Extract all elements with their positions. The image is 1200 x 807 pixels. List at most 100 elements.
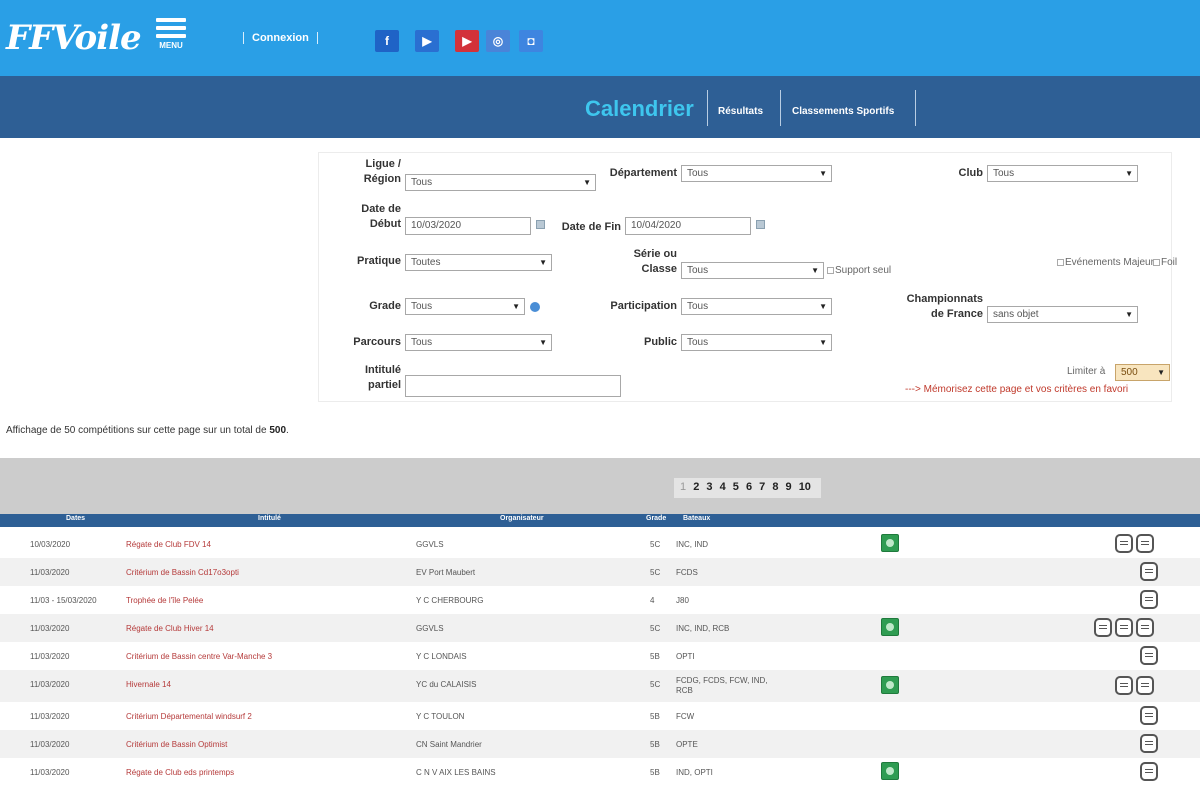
row-title-link[interactable]: Trophée de l'île Pelée [126, 596, 203, 605]
row-title-link[interactable]: Régate de Club Hiver 14 [126, 624, 214, 633]
row-title-link[interactable]: Critérium Départemental windsurf 2 [126, 712, 252, 721]
row-title-link[interactable]: Régate de Club FDV 14 [126, 540, 211, 549]
results-summary-text: Affichage de 50 compétitions sur cette p… [6, 425, 267, 436]
foil-checkbox[interactable]: Foil [1153, 257, 1177, 268]
page-link[interactable]: 8 [772, 481, 778, 493]
row-boats: INC, IND [676, 540, 708, 549]
youtube-icon[interactable]: ▶ [455, 30, 479, 52]
document-icon[interactable] [1140, 734, 1158, 753]
date-fin-input[interactable]: 10/04/2020 [625, 217, 751, 235]
info-icon[interactable] [530, 302, 540, 312]
document-icon[interactable] [1140, 706, 1158, 725]
row-boats: IND, OPTI [676, 768, 713, 777]
document-icon[interactable] [1115, 534, 1133, 553]
serie-label: Série ou Classe [601, 247, 677, 277]
connexion-link[interactable]: Connexion [243, 32, 318, 44]
club-select[interactable]: Tous ▼ [987, 165, 1138, 182]
results-available-icon[interactable] [881, 534, 899, 552]
page-link[interactable]: 9 [786, 481, 792, 493]
grade-select[interactable]: Tous ▼ [405, 298, 525, 315]
chevron-down-icon: ▼ [539, 258, 547, 267]
results-available-icon[interactable] [881, 618, 899, 636]
limiter-select[interactable]: 500 ▼ [1115, 364, 1170, 381]
support-seul-checkbox[interactable]: Support seul [827, 265, 891, 276]
participation-select[interactable]: Tous ▼ [681, 298, 832, 315]
col-grade[interactable]: Grade [646, 515, 666, 522]
tab-calendrier[interactable]: Calendrier [585, 96, 694, 122]
nav-bar: Calendrier Résultats Classements Sportif… [0, 76, 1200, 138]
evenements-majeurs-checkbox[interactable]: Evénements Majeurs [1057, 257, 1159, 268]
row-organizer: C N V AIX LES BAINS [416, 768, 496, 777]
row-title-link[interactable]: Critérium de Bassin centre Var-Manche 3 [126, 652, 272, 661]
intitule-input[interactable] [405, 375, 621, 397]
row-organizer: GGVLS [416, 624, 444, 633]
championnats-select[interactable]: sans objet ▼ [987, 306, 1138, 323]
pratique-select[interactable]: Toutes ▼ [405, 254, 552, 271]
instagram-icon[interactable]: ◎ [486, 30, 510, 52]
table-row: 11/03/2020 Régate de Club eds printemps … [0, 758, 1200, 786]
row-title-link[interactable]: Critérium de Bassin Optimist [126, 740, 227, 749]
tab-classements-sportifs[interactable]: Classements Sportifs [792, 106, 894, 117]
row-title-link[interactable]: Régate de Club eds printemps [126, 768, 234, 777]
chevron-down-icon: ▼ [512, 302, 520, 311]
document-icon[interactable] [1136, 534, 1154, 553]
page-link[interactable]: 6 [746, 481, 752, 493]
document-icon[interactable] [1140, 562, 1158, 581]
page-link[interactable]: 2 [693, 481, 699, 493]
col-dates[interactable]: Dates [66, 515, 85, 522]
page-link[interactable]: 10 [799, 481, 811, 493]
table-row: 10/03/2020 Régate de Club FDV 14 GGVLS 5… [0, 530, 1200, 558]
document-icon[interactable] [1140, 762, 1158, 781]
col-intitule[interactable]: Intitulé [258, 515, 281, 522]
parcours-select-value: Tous [411, 337, 433, 348]
page-link[interactable]: 4 [720, 481, 726, 493]
dailymotion-icon[interactable]: ◘ [519, 30, 543, 52]
page-link[interactable]: 5 [733, 481, 739, 493]
document-icon[interactable] [1094, 618, 1112, 637]
championnats-label-line1: Championnats [906, 293, 983, 305]
results-available-icon[interactable] [881, 676, 899, 694]
departement-select-value: Tous [687, 168, 709, 179]
document-icon[interactable] [1115, 618, 1133, 637]
serie-label-line1: Série ou [633, 248, 677, 260]
facebook-icon[interactable]: f [375, 30, 399, 52]
page-link[interactable]: 7 [759, 481, 765, 493]
page-link[interactable]: 3 [706, 481, 712, 493]
table-row: 11/03/2020 Critérium Départemental winds… [0, 702, 1200, 730]
document-icon[interactable] [1140, 590, 1158, 609]
parcours-label: Parcours [353, 336, 401, 348]
row-title-link[interactable]: Hivernale 14 [126, 680, 171, 689]
date-debut-input[interactable]: 10/03/2020 [405, 217, 531, 235]
ligue-select[interactable]: Tous ▼ [405, 174, 596, 191]
menu-button[interactable]: MENU [152, 14, 190, 60]
document-icon[interactable] [1140, 646, 1158, 665]
serie-select[interactable]: Tous ▼ [681, 262, 824, 279]
document-icon[interactable] [1136, 676, 1154, 695]
championnats-label-line2: de France [931, 308, 983, 320]
row-organizer: EV Port Maubert [416, 568, 476, 577]
public-select[interactable]: Tous ▼ [681, 334, 832, 351]
row-title-link[interactable]: Critérium de Bassin Cd17o3opti [126, 568, 239, 577]
calendar-icon[interactable] [756, 220, 765, 229]
twitter-icon[interactable]: ▶ [415, 30, 439, 52]
tab-resultats[interactable]: Résultats [718, 106, 763, 117]
pagination-bar: 1 2 3 4 5 6 7 8 9 10 [0, 458, 1200, 514]
row-date: 11/03/2020 [30, 680, 70, 689]
document-icon[interactable] [1115, 676, 1133, 695]
checkbox-box [827, 267, 834, 274]
row-organizer: Y C TOULON [416, 712, 465, 721]
col-organisateur[interactable]: Organisateur [500, 515, 544, 522]
calendar-icon[interactable] [536, 220, 545, 229]
parcours-select[interactable]: Tous ▼ [405, 334, 552, 351]
document-icon[interactable] [1136, 618, 1154, 637]
ffvoile-logo[interactable]: FFVoile [6, 18, 142, 58]
col-bateaux[interactable]: Bateaux [683, 515, 710, 522]
departement-select[interactable]: Tous ▼ [681, 165, 832, 182]
grade-label: Grade [369, 300, 401, 312]
row-date: 11/03/2020 [30, 652, 70, 661]
championnats-select-value: sans objet [993, 309, 1039, 320]
memorisez-favori-link[interactable]: ---> Mémorisez cette page et vos critère… [905, 384, 1128, 395]
row-boats: FCW [676, 712, 695, 721]
results-available-icon[interactable] [881, 762, 899, 780]
page-link[interactable]: 1 [680, 481, 686, 493]
